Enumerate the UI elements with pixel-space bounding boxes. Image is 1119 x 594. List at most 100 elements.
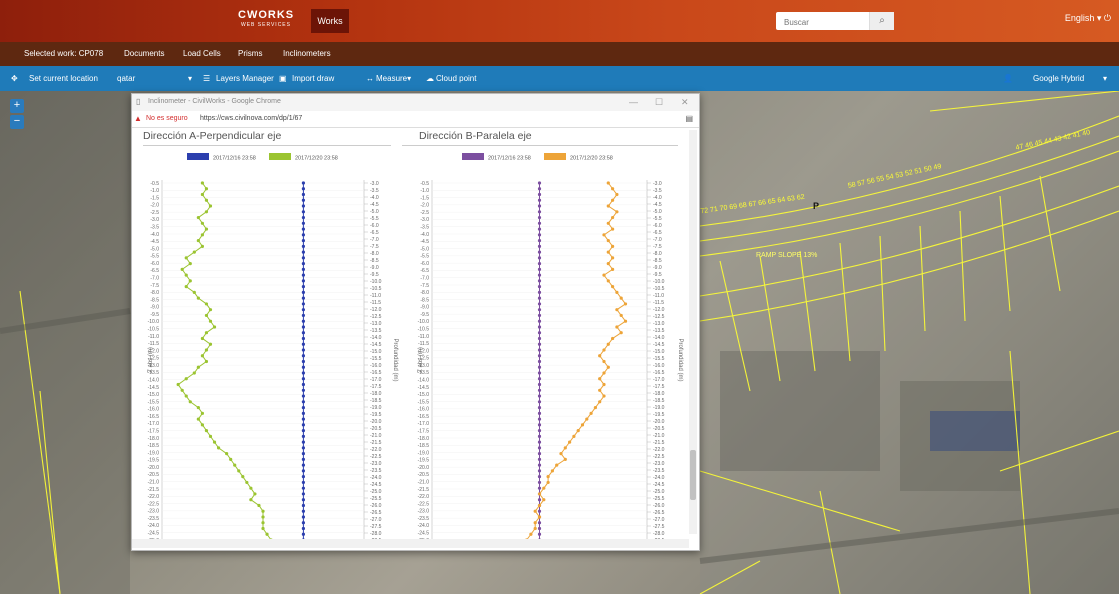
data-point: [301, 290, 305, 295]
point-marker[interactable]: P: [813, 201, 819, 211]
selected-work-link[interactable]: Selected work: CP078: [24, 49, 103, 58]
popup-titlebar[interactable]: ▯ Inclinometer - CivilWorks - Google Chr…: [132, 94, 699, 111]
series-line: [526, 182, 627, 541]
y-tick-right: -22.0: [653, 447, 665, 453]
measure-button[interactable]: Measure▾: [376, 74, 411, 83]
data-point: [301, 187, 305, 191]
chevron-down-icon[interactable]: ▾: [1103, 74, 1107, 83]
image-icon[interactable]: ▣: [279, 74, 287, 83]
not-secure-label[interactable]: No es seguro: [146, 115, 188, 122]
import-draw-button[interactable]: Import draw: [292, 74, 334, 83]
close-icon[interactable]: ✕: [681, 97, 689, 108]
popup-hscroll[interactable]: [132, 539, 689, 548]
data-point: [537, 285, 542, 289]
legend-swatch: [462, 153, 484, 160]
data-point: [537, 434, 542, 438]
layers-icon[interactable]: ☰: [203, 74, 210, 83]
data-point: [229, 457, 233, 461]
zoom-in-button[interactable]: +: [10, 99, 24, 113]
y-tick-right: -19.0: [653, 405, 665, 411]
y-tick-left: -10.0: [418, 319, 430, 325]
data-point: [568, 440, 572, 444]
y-tick-left: -10.5: [418, 327, 430, 333]
y-tick-right: -25.5: [370, 496, 382, 502]
data-point: [537, 319, 542, 323]
ruler-icon[interactable]: ↔: [366, 74, 374, 83]
dropdown-arrow-icon[interactable]: ▾: [188, 74, 192, 83]
map-toolbar: ✥ Set current location qatar ▾ ☰ Layers …: [0, 66, 1119, 91]
data-point: [301, 469, 305, 473]
data-point: [611, 336, 615, 341]
layers-manager-button[interactable]: Layers Manager: [216, 74, 274, 83]
data-point: [200, 354, 204, 358]
data-point: [611, 187, 615, 191]
data-point: [537, 515, 542, 519]
y-tick-left: -18.0: [418, 436, 430, 442]
popup-vscroll-thumb[interactable]: [690, 450, 696, 500]
cworks-logo[interactable]: CWORKS WEB SERVICES: [238, 9, 294, 31]
works-tab[interactable]: Works: [311, 9, 349, 33]
data-point: [537, 233, 542, 237]
data-point: [216, 446, 221, 450]
y-tick-right: -26.0: [653, 503, 665, 509]
data-point: [537, 227, 542, 231]
menu-load-cells[interactable]: Load Cells: [183, 49, 221, 58]
logo-title: CWORKS: [238, 9, 295, 21]
data-point: [615, 290, 619, 295]
y-tick-left: -19.5: [418, 458, 430, 464]
menu-inclinometers[interactable]: Inclinometers: [283, 49, 331, 58]
cloud-icon[interactable]: ☁: [426, 74, 434, 83]
y-tick-right: -17.0: [653, 377, 665, 383]
data-point: [537, 526, 542, 531]
data-point: [537, 331, 542, 335]
y-tick-right: -17.5: [653, 384, 665, 390]
data-point: [200, 233, 204, 237]
y-tick-right: -7.0: [653, 237, 662, 243]
data-point: [537, 221, 542, 225]
y-tick-left: -6.0: [150, 261, 159, 267]
data-point: [623, 302, 628, 306]
y-tick-right: -5.0: [653, 209, 662, 215]
legend-swatch: [544, 153, 566, 160]
search-input[interactable]: [776, 13, 872, 32]
location-dropdown[interactable]: qatar: [117, 74, 135, 83]
data-point: [301, 348, 305, 352]
y-tick-left: -24.0: [148, 523, 160, 529]
minimize-icon[interactable]: —: [629, 97, 638, 107]
data-point: [529, 532, 533, 536]
basemap-dropdown[interactable]: Google Hybrid: [1033, 74, 1084, 83]
y-axis-label: Z abs (m): [148, 347, 154, 373]
popup-content: Dirección A-Perpendicular eje Dirección …: [132, 128, 699, 550]
y-tick-right: -14.5: [653, 342, 665, 348]
menu-documents[interactable]: Documents: [124, 49, 164, 58]
legend-swatch: [187, 153, 209, 160]
y-tick-left: -17.5: [148, 429, 160, 435]
y-tick-left: -6.5: [420, 268, 429, 274]
y-tick-right: -28.0: [370, 531, 382, 537]
legend-label: 2017/12/20 23:58: [570, 156, 613, 162]
data-point: [301, 521, 305, 525]
y-tick-right: -6.5: [370, 230, 379, 236]
maximize-icon[interactable]: ☐: [655, 97, 663, 108]
location-pin-icon[interactable]: ✥: [11, 74, 18, 83]
data-point: [184, 285, 188, 289]
pdf-icon[interactable]: ▤: [685, 114, 693, 123]
menu-prisms[interactable]: Prisms: [238, 49, 262, 58]
data-point: [580, 423, 585, 427]
data-point: [261, 515, 265, 519]
data-point: [606, 238, 610, 243]
user-icon[interactable]: 👤: [1003, 74, 1013, 83]
url-text[interactable]: https://cws.civilnova.com/dp/1/67: [200, 115, 302, 122]
set-location-button[interactable]: Set current location: [29, 74, 98, 83]
magnifier-icon[interactable]: ⌕: [869, 12, 894, 30]
data-point: [537, 296, 542, 300]
zoom-out-button[interactable]: −: [10, 115, 24, 129]
language-selector[interactable]: English ▾ ⏻: [1065, 13, 1111, 24]
data-point: [537, 521, 542, 525]
data-point: [188, 400, 192, 404]
data-point: [301, 279, 305, 283]
cloud-point-button[interactable]: Cloud point: [436, 74, 476, 83]
data-point: [301, 480, 305, 485]
y-tick-left: -24.5: [418, 531, 430, 537]
y-tick-right: -26.5: [370, 510, 382, 516]
